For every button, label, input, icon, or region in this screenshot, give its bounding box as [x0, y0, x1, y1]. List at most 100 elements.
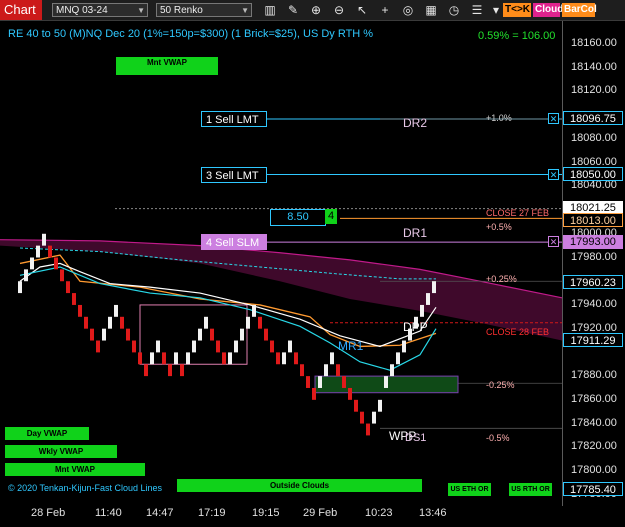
- price-tick: 17800.00: [571, 464, 617, 476]
- mnt-vwap-top-button[interactable]: Mnt VWAP: [116, 57, 218, 75]
- down-brick: [84, 316, 88, 329]
- up-brick: [30, 257, 34, 270]
- mnt-vwap-button[interactable]: Mnt VWAP: [5, 463, 145, 476]
- price-tick: 17980.00: [571, 250, 617, 263]
- mr1-label: MR1: [338, 339, 364, 353]
- time-tick: 14:47: [146, 507, 174, 519]
- time-tick: 29 Feb: [303, 507, 338, 519]
- down-brick: [66, 281, 70, 294]
- down-brick: [294, 352, 298, 365]
- order-label-4-sell-slm[interactable]: 4 Sell SLM: [201, 234, 267, 250]
- down-brick: [366, 423, 370, 436]
- plus-1pct-label: +1.0%: [486, 113, 512, 123]
- up-brick: [288, 340, 292, 353]
- down-brick: [360, 411, 364, 424]
- up-brick: [324, 364, 328, 377]
- indicator-legend: © 2020 Tenkan-Kijun-Fast Cloud Lines: [8, 483, 163, 493]
- price-tick: 17920.00: [571, 321, 617, 334]
- order-label-1-sell-lmt[interactable]: 1 Sell LMT: [201, 111, 267, 127]
- up-brick: [432, 281, 436, 294]
- dpp-label: DPP: [403, 320, 428, 334]
- up-brick: [378, 399, 382, 412]
- down-brick: [312, 387, 316, 400]
- down-brick: [216, 340, 220, 353]
- up-brick: [390, 364, 394, 377]
- wkly-vwap-button[interactable]: Wkly VWAP: [5, 445, 117, 458]
- quantity-count[interactable]: 4: [325, 209, 337, 224]
- time-tick: 17:19: [198, 507, 226, 519]
- down-brick: [180, 364, 184, 377]
- price-1-sell-lmt: 18096.75: [563, 111, 623, 125]
- down-brick: [78, 304, 82, 317]
- down-brick: [222, 352, 226, 365]
- up-brick: [174, 352, 178, 365]
- up-brick: [114, 304, 118, 317]
- up-brick: [384, 376, 388, 388]
- time-tick: 10:23: [365, 507, 393, 519]
- down-brick: [276, 352, 280, 365]
- price-tick: 17840.00: [571, 416, 617, 429]
- time-tick: 11:40: [95, 507, 122, 519]
- chart-header: RE 40 to 50 (M)NQ Dec 20 (1%=150p=$300) …: [8, 28, 374, 40]
- down-brick: [90, 328, 94, 341]
- down-brick: [270, 340, 274, 353]
- price-4-sell-slm: 17993.00: [563, 235, 623, 249]
- dr2-label: DR2: [403, 116, 428, 130]
- down-brick: [120, 316, 124, 329]
- down-brick: [72, 293, 76, 305]
- time-tick: 19:15: [252, 507, 280, 519]
- down-brick: [132, 340, 136, 353]
- down-brick: [306, 376, 310, 388]
- down-brick: [162, 352, 166, 365]
- up-brick: [396, 352, 400, 365]
- up-brick: [198, 328, 202, 341]
- percent-readout: 0.59% = 106.00: [478, 30, 556, 42]
- down-brick: [138, 352, 142, 365]
- order-label-3-sell-lmt[interactable]: 3 Sell LMT: [201, 167, 267, 183]
- down-brick: [96, 340, 100, 353]
- price-tick: 18060.00: [571, 155, 617, 168]
- up-brick: [18, 281, 22, 294]
- price-tick: 17940.00: [571, 297, 617, 310]
- price-tick: 17820.00: [571, 440, 617, 453]
- dr1-label: DR1: [403, 226, 428, 240]
- up-brick: [192, 340, 196, 353]
- close-27-label: CLOSE 27 FEB: [486, 208, 550, 218]
- chart-window: Chart MNQ 03-24 ▼ 50 Renko ▼ ▥ ✎ ⊕ ⊖ ↖ +…: [0, 0, 625, 527]
- price-3-sell-lmt: 18050.00: [563, 167, 623, 181]
- up-brick: [150, 352, 154, 365]
- up-brick: [282, 352, 286, 365]
- price-tick: 17860.00: [571, 392, 617, 405]
- close-icon[interactable]: ✕: [548, 169, 559, 180]
- ds1-label: DS1: [405, 432, 427, 444]
- up-brick: [330, 352, 334, 365]
- day-vwap-button[interactable]: Day VWAP: [5, 427, 89, 440]
- up-brick: [240, 328, 244, 341]
- up-brick: [186, 352, 190, 365]
- close-28-label: CLOSE 28 FEB: [486, 327, 550, 337]
- close-icon[interactable]: ✕: [548, 113, 559, 124]
- close-icon[interactable]: ✕: [548, 236, 559, 247]
- quantity-field[interactable]: 8.50: [270, 209, 326, 226]
- us-eth-or-button[interactable]: US ETH OR: [448, 483, 491, 496]
- up-brick: [156, 340, 160, 353]
- up-brick: [24, 269, 28, 282]
- down-brick: [300, 364, 304, 377]
- price-tick: 18160.00: [571, 37, 617, 49]
- up-brick: [372, 411, 376, 424]
- down-brick: [258, 316, 262, 329]
- outside-clouds-button[interactable]: Outside Clouds: [177, 479, 422, 492]
- price-tick: 18120.00: [571, 84, 617, 97]
- down-brick: [342, 376, 346, 388]
- up-brick: [36, 245, 40, 258]
- up-brick: [42, 233, 46, 246]
- up-brick: [318, 376, 322, 388]
- price-tick: 18080.00: [571, 131, 617, 144]
- close-27-price: 18013.00: [563, 213, 623, 227]
- plus-025pct-label: +0.25%: [486, 274, 517, 284]
- us-rth-or-button[interactable]: US RTH OR: [509, 483, 552, 496]
- down-brick: [54, 257, 58, 270]
- price-level-17911: 17911.29: [563, 333, 623, 347]
- up-brick: [426, 293, 430, 305]
- down-brick: [210, 328, 214, 341]
